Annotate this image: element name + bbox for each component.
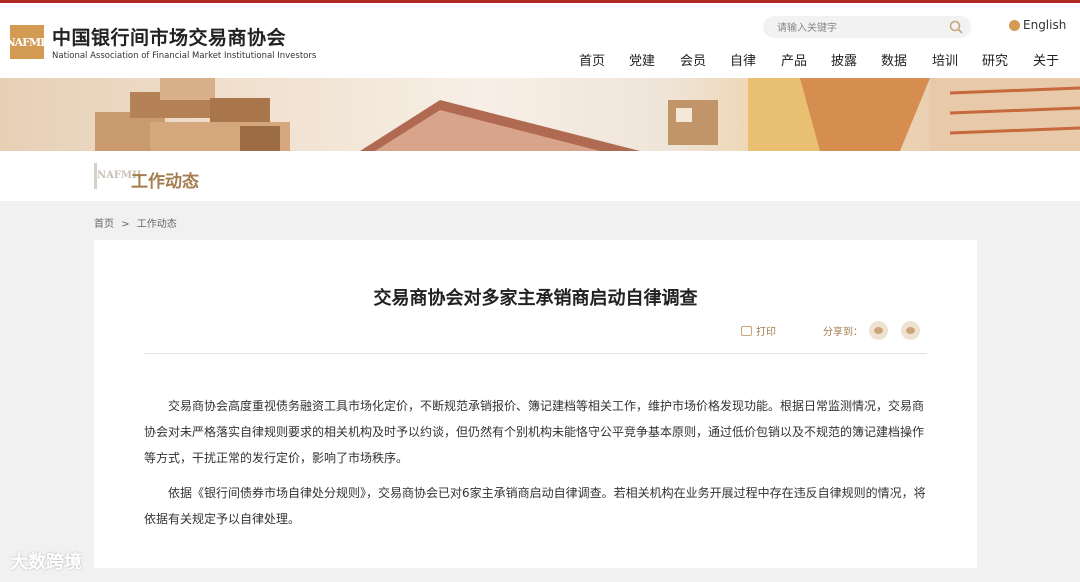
search-input[interactable] — [775, 19, 949, 37]
nav-item-research[interactable]: 研究 — [982, 50, 1008, 69]
article-title: 交易商协会对多家主承销商启动自律调查 — [373, 288, 698, 309]
nav-item-disclosure[interactable]: 披露 — [831, 50, 857, 69]
breadcrumb-separator: > — [121, 219, 130, 230]
breadcrumb-current[interactable]: 工作动态 — [137, 219, 177, 230]
search-icon[interactable] — [949, 20, 963, 34]
nafmii-logo-icon[interactable]: NAFMII — [6, 25, 49, 59]
nav-item-party[interactable]: 党建 — [629, 50, 655, 69]
breadcrumb-home[interactable]: 首页 — [94, 219, 114, 230]
nav-item-products[interactable]: 产品 — [781, 50, 807, 69]
wechat-share-icon[interactable] — [869, 321, 888, 340]
nav-item-home[interactable]: 首页 — [579, 50, 605, 69]
language-switch[interactable]: English — [1009, 18, 1066, 32]
section-title: 工作动态 — [131, 172, 199, 192]
print-button[interactable]: 打印 — [741, 323, 776, 338]
nav-item-data[interactable]: 数据 — [881, 50, 907, 69]
nav-item-members[interactable]: 会员 — [680, 50, 706, 69]
watermark-logo: 大数跨境 — [10, 552, 82, 573]
nav-item-self-regulation[interactable]: 自律 — [730, 50, 756, 69]
article-card: 交易商协会对多家主承销商启动自律调查 打印 分享到： 交易商协会高度重视债务融资… — [94, 240, 977, 568]
search-box[interactable] — [763, 16, 971, 38]
globe-icon — [1009, 19, 1020, 31]
org-name-en: National Association of Financial Market… — [52, 51, 317, 61]
site-header: NAFMII 中国银行间市场交易商协会 National Association… — [0, 0, 1080, 78]
weibo-share-icon[interactable] — [901, 321, 920, 340]
divider — [144, 353, 927, 354]
print-label: 打印 — [756, 327, 776, 338]
article-paragraph: 交易商协会高度重视债务融资工具市场化定价，不断规范承销报价、簿记建档等相关工作，… — [144, 399, 925, 465]
org-name-cn[interactable]: 中国银行间市场交易商协会 — [52, 23, 286, 50]
language-label[interactable]: English — [1023, 18, 1066, 32]
header-banner-image — [0, 78, 1080, 151]
banner-artwork — [95, 78, 1080, 151]
share-label: 分享到： — [823, 327, 863, 338]
article-paragraph: 依据《银行间债券市场自律处分规则》，交易商协会已对6家主承销商启动自律调查。若相… — [144, 486, 926, 526]
printer-icon — [741, 325, 752, 336]
breadcrumb: 首页 > 工作动态 — [94, 215, 181, 230]
nav-item-training[interactable]: 培训 — [932, 50, 958, 69]
section-logo-icon: NAFMII — [94, 163, 141, 189]
nav-item-about[interactable]: 关于 — [1033, 50, 1059, 69]
